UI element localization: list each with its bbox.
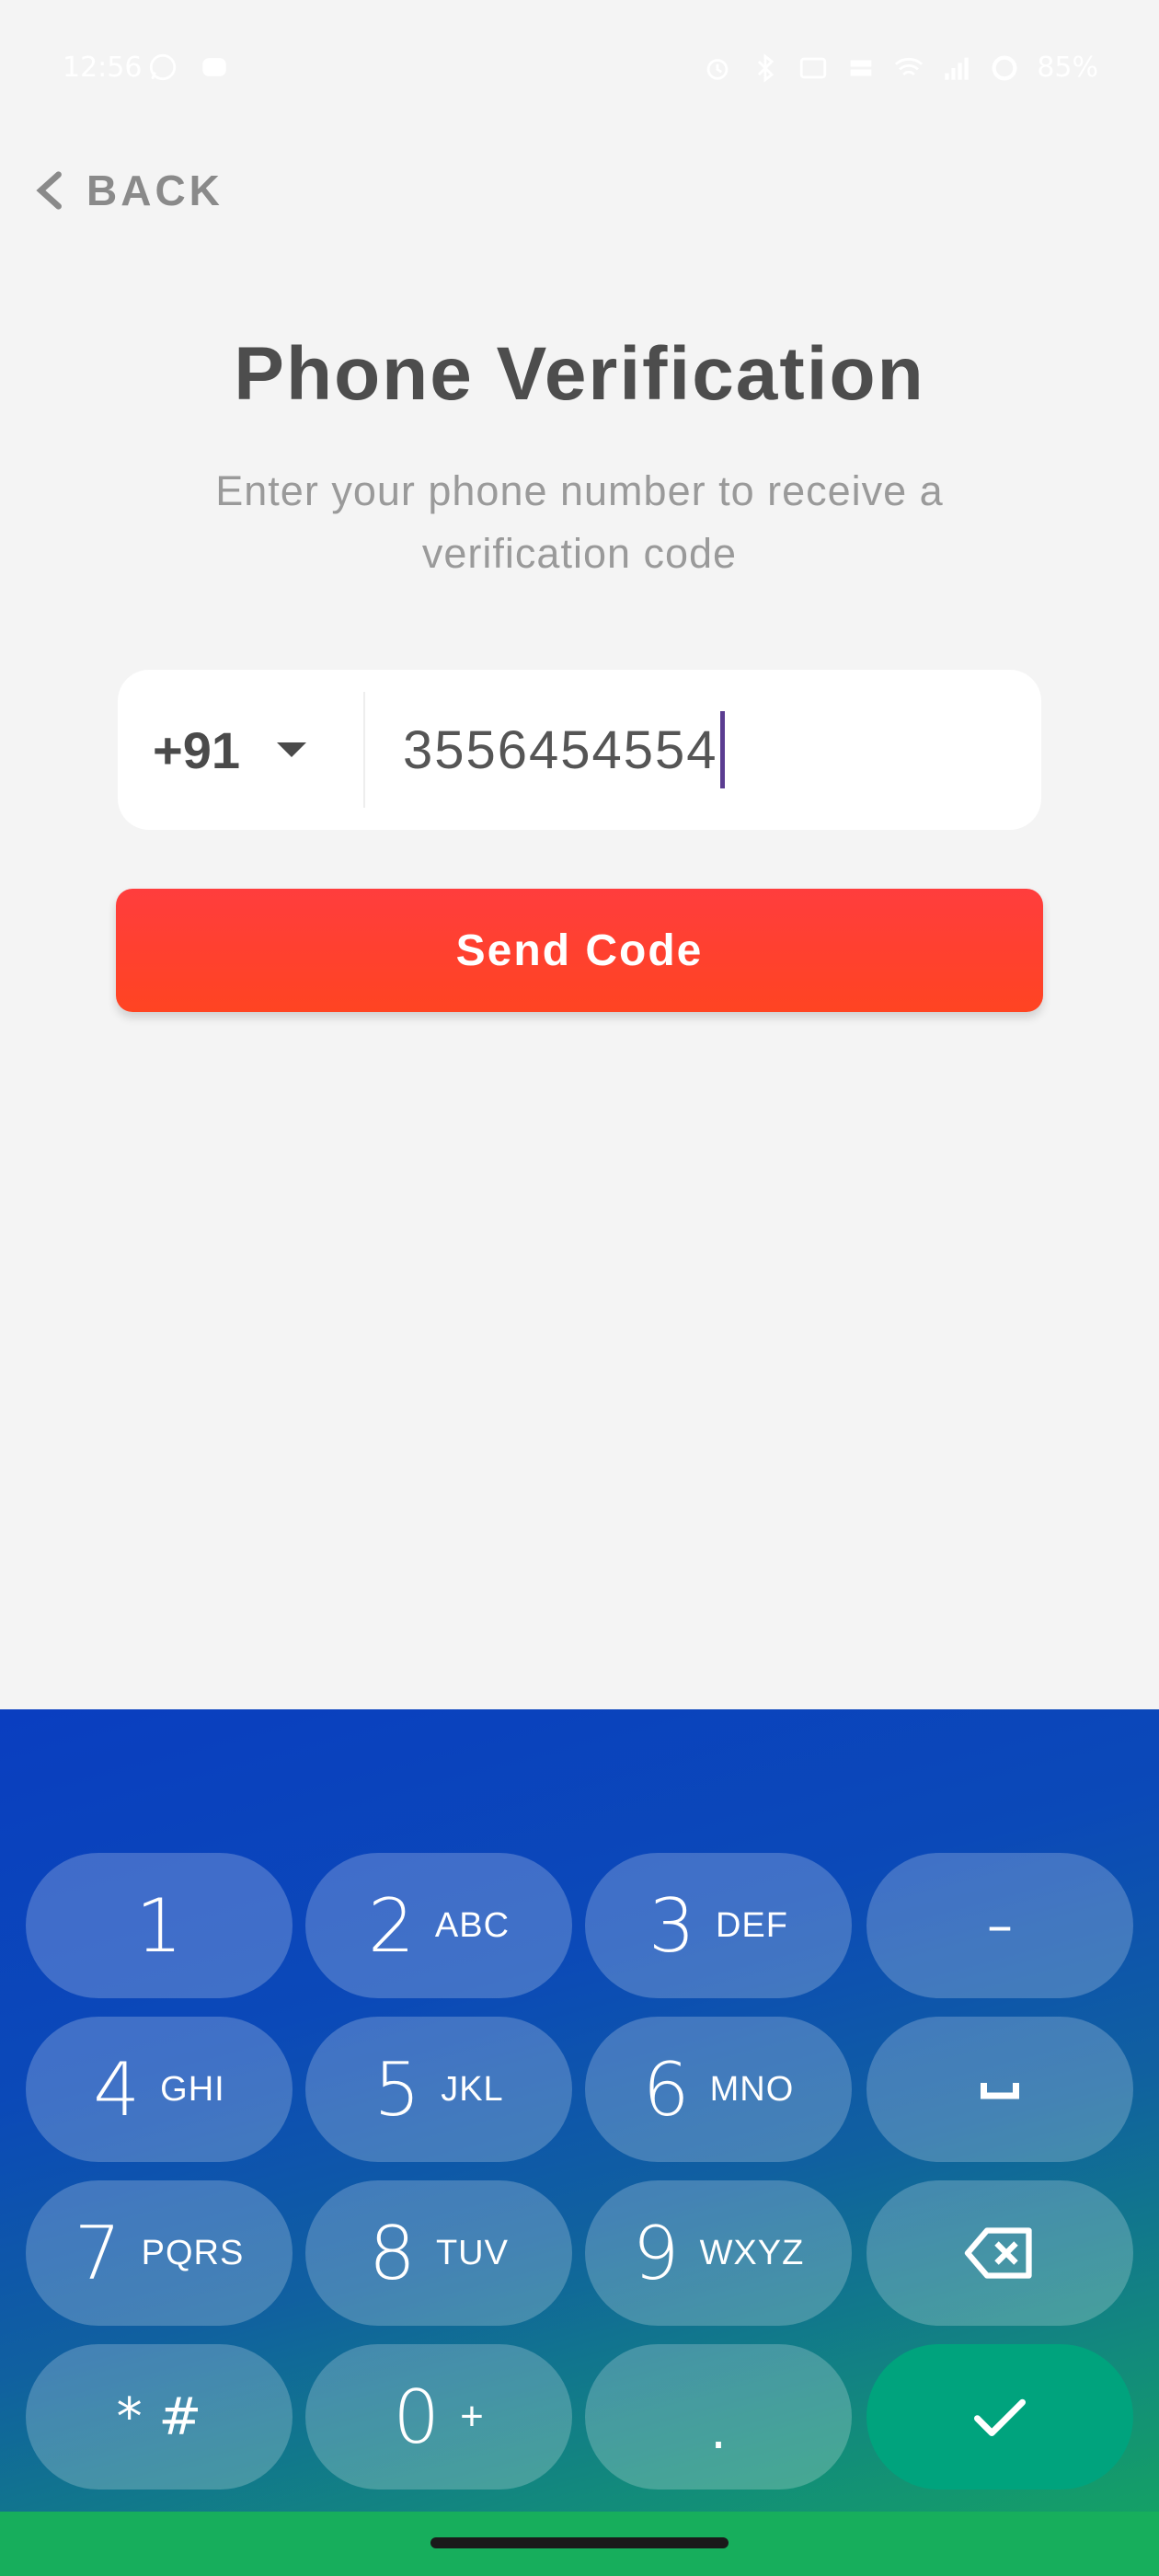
phone-input-group: +91 3556454554 xyxy=(118,670,1041,830)
key-digit: 5 xyxy=(373,2046,421,2133)
key-6[interactable]: 6 MNO xyxy=(585,2017,852,2162)
bluetooth-icon xyxy=(750,52,781,84)
key-letters: GHI xyxy=(160,2069,225,2109)
chevron-left-icon xyxy=(36,171,62,210)
key-2[interactable]: 2 ABC xyxy=(305,1853,572,1998)
home-gesture-bar[interactable] xyxy=(430,2537,729,2548)
page-subtitle: Enter your phone number to receive a ver… xyxy=(215,467,944,577)
key-digit: 3 xyxy=(648,1882,695,1969)
back-button[interactable]: BACK xyxy=(33,158,224,223)
key-digit: 4 xyxy=(93,2046,141,2133)
data-speed-icon xyxy=(845,52,877,84)
page-title: Phone Verification xyxy=(234,332,925,416)
key-star-hash[interactable]: * # xyxy=(26,2344,293,2490)
key-letters: + xyxy=(460,2394,485,2439)
whatsapp-icon xyxy=(147,52,178,83)
check-icon xyxy=(974,2398,1026,2436)
app-notification-icon xyxy=(199,52,230,83)
key-symbol: * # xyxy=(116,2386,202,2447)
caret-down-icon xyxy=(277,742,306,757)
key-space[interactable] xyxy=(866,2017,1133,2162)
status-bar: 12:56 85% xyxy=(0,0,1159,138)
key-7[interactable]: 7 PQRS xyxy=(26,2180,293,2326)
volte-icon xyxy=(798,52,829,84)
key-5[interactable]: 5 JKL xyxy=(305,2017,572,2162)
back-label: BACK xyxy=(86,167,224,214)
key-9[interactable]: 9 WXYZ xyxy=(585,2180,852,2326)
battery-percent: 85% xyxy=(1037,52,1098,84)
key-digit: 9 xyxy=(632,2210,680,2296)
battery-icon xyxy=(989,52,1020,84)
key-4[interactable]: 4 GHI xyxy=(26,2017,293,2162)
status-left-icons xyxy=(147,52,230,83)
country-code-value: +91 xyxy=(153,720,240,779)
key-letters: WXYZ xyxy=(699,2233,805,2272)
key-digit: 7 xyxy=(74,2210,121,2296)
key-0[interactable]: 0 + xyxy=(305,2344,572,2490)
space-icon xyxy=(981,2083,1019,2099)
key-digit: 2 xyxy=(367,1882,415,1969)
phone-number-value: 3556454554 xyxy=(403,719,718,780)
key-dot[interactable]: . xyxy=(585,2344,852,2490)
key-digit: 0 xyxy=(393,2374,441,2460)
key-digit: 1 xyxy=(135,1882,183,1969)
key-letters: TUV xyxy=(435,2233,509,2272)
key-letters: MNO xyxy=(709,2069,795,2109)
key-1[interactable]: 1 xyxy=(26,1853,293,1998)
signal-icon xyxy=(941,52,972,84)
key-backspace[interactable] xyxy=(866,2180,1133,2326)
status-right-icons: 85% xyxy=(702,52,1098,84)
key-letters: JKL xyxy=(441,2069,504,2109)
alarm-icon xyxy=(702,52,733,84)
key-letters: DEF xyxy=(715,1905,788,1945)
status-time: 12:56 xyxy=(63,52,143,84)
numeric-keyboard: 1 2 ABC 3 DEF – 4 GHI 5 JKL 6 MNO 7 PQRS… xyxy=(0,1709,1159,2512)
backspace-icon xyxy=(964,2227,1032,2279)
key-8[interactable]: 8 TUV xyxy=(305,2180,572,2326)
key-digit: 6 xyxy=(642,2046,690,2133)
key-3[interactable]: 3 DEF xyxy=(585,1853,852,1998)
country-code-selector[interactable]: +91 xyxy=(118,670,364,830)
send-code-button[interactable]: Send Code xyxy=(116,889,1043,1012)
key-minus[interactable]: – xyxy=(866,1853,1133,1998)
input-divider xyxy=(363,692,365,808)
key-digit: 8 xyxy=(369,2210,416,2296)
key-letters: PQRS xyxy=(141,2233,245,2272)
key-symbol: . xyxy=(710,2400,727,2461)
key-done[interactable] xyxy=(866,2344,1133,2490)
key-symbol: – xyxy=(987,1895,1013,1956)
text-cursor xyxy=(719,711,725,788)
phone-number-field[interactable]: 3556454554 xyxy=(403,707,725,793)
wifi-icon xyxy=(893,52,924,84)
key-letters: ABC xyxy=(434,1905,511,1945)
